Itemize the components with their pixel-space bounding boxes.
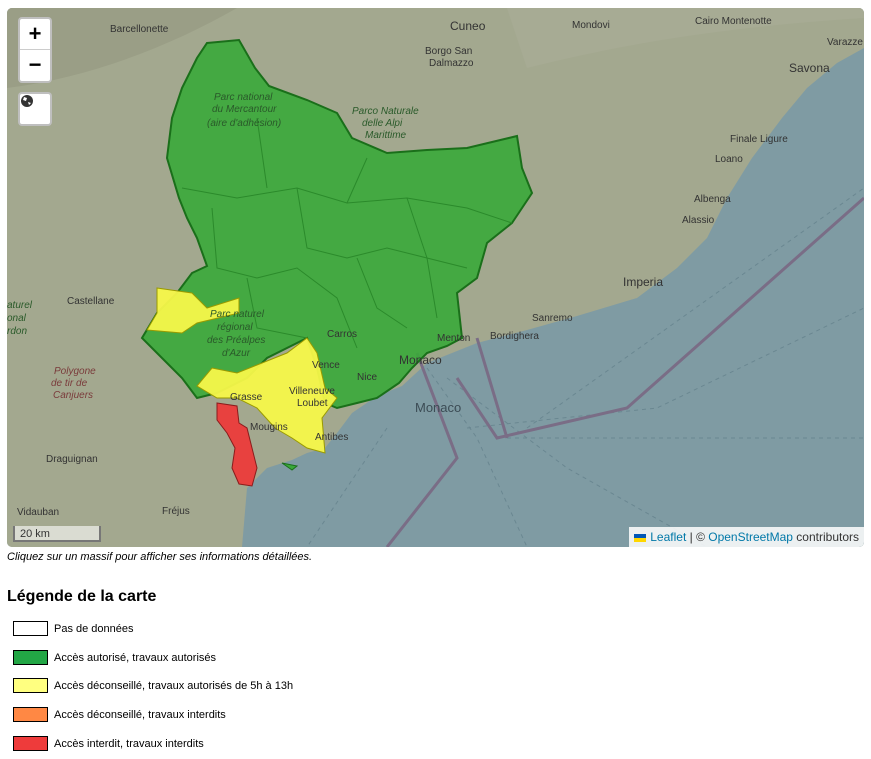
zoom-out-button[interactable]: − <box>20 49 50 80</box>
label-savona: Savona <box>789 61 830 75</box>
label-alpi-1: Parco Naturale <box>352 106 419 117</box>
label-polygone-1: Polygone <box>54 366 96 377</box>
label-alassio: Alassio <box>682 215 715 226</box>
label-nice: Nice <box>357 372 377 383</box>
legend-item-discouraged-works-allowed: Accès déconseillé, travaux autorisés de … <box>13 678 293 693</box>
label-vence: Vence <box>312 360 340 371</box>
zoom-control: + − <box>18 17 52 83</box>
label-verdon-edge: rdon <box>7 326 27 337</box>
label-loubet: Loubet <box>297 398 328 409</box>
label-frejus: Fréjus <box>162 506 190 517</box>
label-barcellonette: Barcellonette <box>110 24 169 35</box>
label-varazze: Varazze <box>827 37 863 48</box>
legend-label: Accès déconseillé, travaux autorisés de … <box>54 679 294 692</box>
label-borgo-2: Dalmazzo <box>429 58 474 69</box>
label-polygone-2: de tir de <box>51 378 88 389</box>
label-polygone-3: Canjuers <box>53 390 93 401</box>
map-canvas[interactable]: Barcellonette Cuneo Mondovi Cairo Monten… <box>7 8 864 547</box>
label-regional-edge: onal <box>7 313 27 324</box>
label-monaco-sea: Monaco <box>415 400 461 415</box>
label-cuneo: Cuneo <box>450 19 486 33</box>
legend-item-allowed: Accès autorisé, travaux autorisés <box>13 650 216 665</box>
legend-title: Légende de la carte <box>7 588 157 605</box>
label-prealpes-3: des Préalpes <box>207 335 265 346</box>
map-attribution: Leaflet | © OpenStreetMap contributors <box>629 527 864 547</box>
ukraine-flag-icon <box>634 533 647 542</box>
label-albenga: Albenga <box>694 194 731 205</box>
label-prealpes-2: régional <box>217 322 253 333</box>
label-mondovi: Mondovi <box>572 20 610 31</box>
map-view[interactable]: Barcellonette Cuneo Mondovi Cairo Monten… <box>7 8 864 547</box>
legend-item-discouraged-works-forbidden: Accès déconseillé, travaux interdits <box>13 707 226 722</box>
label-carros: Carros <box>327 329 357 340</box>
legend-label: Accès autorisé, travaux autorisés <box>54 651 217 664</box>
label-alpi-3: Marittime <box>365 130 407 141</box>
label-borgo-1: Borgo San <box>425 46 472 57</box>
globe-icon <box>21 95 33 107</box>
label-mercantour-1: Parc national <box>214 92 273 103</box>
label-naturel-edge: aturel <box>7 300 33 311</box>
attribution-suffix: contributors <box>792 530 859 544</box>
label-monaco-city: Monaco <box>399 353 442 367</box>
attribution-separator: | © <box>686 530 709 544</box>
label-cairo-montenotte: Cairo Montenotte <box>695 16 772 27</box>
legend-label: Accès déconseillé, travaux interdits <box>54 708 226 721</box>
label-castellane: Castellane <box>67 296 115 307</box>
label-grasse: Grasse <box>230 392 263 403</box>
legend-item-forbidden: Accès interdit, travaux interdits <box>13 736 204 751</box>
label-loano: Loano <box>715 154 743 165</box>
legend-label: Accès interdit, travaux interdits <box>54 737 204 750</box>
legend-label: Pas de données <box>54 622 134 635</box>
label-menton: Menton <box>437 333 470 344</box>
map-hint: Cliquez sur un massif pour afficher ses … <box>7 551 313 563</box>
label-villeneuve: Villeneuve <box>289 386 335 397</box>
label-vidauban: Vidauban <box>17 507 59 518</box>
legend-swatch <box>13 650 48 665</box>
label-mougins: Mougins <box>250 422 288 433</box>
legend-swatch <box>13 621 48 636</box>
zoom-in-button[interactable]: + <box>20 19 50 49</box>
label-prealpes-4: d'Azur <box>222 348 251 359</box>
label-imperia: Imperia <box>623 275 663 289</box>
legend-item-no-data: Pas de données <box>13 621 134 636</box>
leaflet-link[interactable]: Leaflet <box>650 530 686 544</box>
scale-bar: 20 km <box>13 526 101 542</box>
osm-link[interactable]: OpenStreetMap <box>708 530 793 544</box>
label-antibes: Antibes <box>315 432 348 443</box>
legend-swatch <box>13 707 48 722</box>
label-bordighera: Bordighera <box>490 331 539 342</box>
label-mercantour-2: du Mercantour <box>212 104 277 115</box>
label-alpi-2: delle Alpi <box>362 118 403 129</box>
label-sanremo: Sanremo <box>532 313 573 324</box>
label-prealpes-1: Parc naturel <box>210 309 265 320</box>
legend-swatch <box>13 736 48 751</box>
label-finale-ligure: Finale Ligure <box>730 134 788 145</box>
label-draguignan: Draguignan <box>46 454 98 465</box>
legend-swatch <box>13 678 48 693</box>
label-mercantour-3: (aire d'adhésion) <box>207 118 281 129</box>
locate-button[interactable] <box>18 92 52 126</box>
